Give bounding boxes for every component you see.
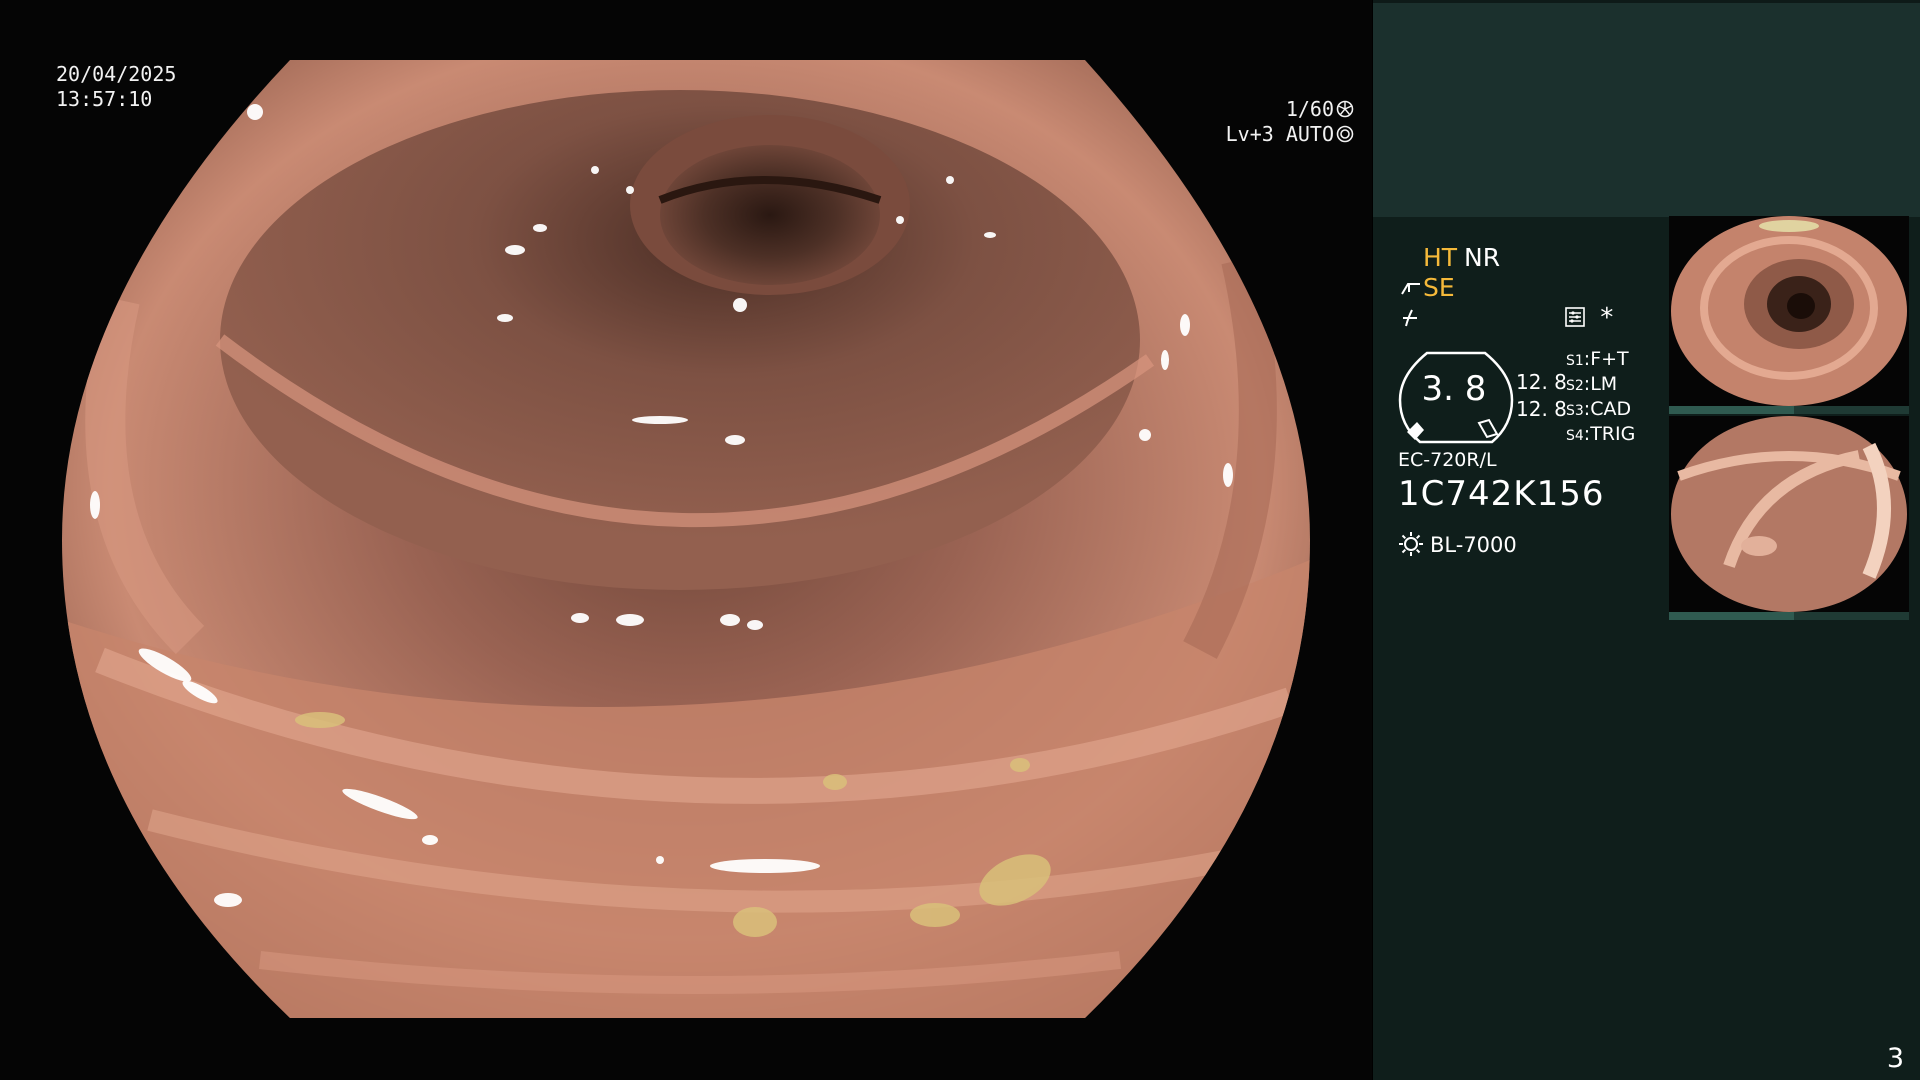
- mode-se: SE: [1423, 273, 1455, 302]
- gauge-upper: 12. 8: [1516, 370, 1567, 394]
- captured-thumbnail[interactable]: [1669, 416, 1909, 612]
- light-source-icon: [1399, 532, 1423, 556]
- switch-value: CAD: [1590, 398, 1632, 420]
- thumbnail-progress: [1669, 612, 1909, 620]
- thumbnail-image: [1669, 416, 1909, 612]
- panel-header-border: [1373, 0, 1920, 3]
- settings-icon: [1565, 307, 1585, 327]
- thumbnail-progress: [1669, 406, 1909, 414]
- captured-thumbnail[interactable]: [1669, 216, 1909, 406]
- timestamp: 20/04/2025 13:57:10: [56, 62, 176, 112]
- gauge-value: 3. 8: [1421, 369, 1487, 409]
- switch-key: S3: [1566, 403, 1584, 419]
- switch-key: S4: [1566, 428, 1584, 444]
- page-number: 3: [1886, 1043, 1904, 1074]
- scope-bend-icon: [1401, 283, 1420, 295]
- panel-header-area: [1373, 0, 1920, 217]
- switch-key: S2: [1566, 378, 1584, 394]
- switch-value: TRIG: [1590, 423, 1636, 445]
- status-panel: HT NR SE * 3. 8 12. 8 12. 8 S1:F+T S2:LM…: [1373, 0, 1920, 1080]
- asterisk-indicator: *: [1599, 303, 1615, 333]
- mode-ht: HT: [1423, 243, 1458, 272]
- gauge-lower: 12. 8: [1516, 397, 1567, 421]
- light-source: BL-7000: [1398, 531, 1517, 557]
- iris-mode: AUTO: [1285, 122, 1334, 146]
- brightness-level: Lv+3: [1225, 122, 1274, 146]
- switch-key: S1: [1566, 353, 1584, 369]
- switch-row: S4:TRIG: [1566, 423, 1636, 445]
- light-source-model: BL-7000: [1430, 533, 1517, 557]
- iris-icon: [1336, 125, 1354, 143]
- switch-value: F+T: [1590, 348, 1629, 370]
- freeze-icon: [1403, 309, 1417, 327]
- exposure-readout: 1/60 Lv+3 AUTO: [1226, 97, 1354, 147]
- switch-row: S3:CAD: [1566, 398, 1632, 420]
- endoscopy-view: 20/04/2025 13:57:10 1/60 Lv+3 AUTO: [0, 0, 1372, 1080]
- time-text: 13:57:10: [56, 87, 153, 111]
- endoscopy-image: [62, 60, 1310, 1018]
- switch-row: S2:LM: [1566, 373, 1618, 395]
- mode-nr: NR: [1464, 243, 1501, 272]
- switch-value: LM: [1590, 373, 1618, 395]
- thumbnail-image: [1669, 216, 1909, 406]
- scope-serial: 1C742K156: [1398, 474, 1605, 514]
- scope-model: EC-720R/L: [1398, 449, 1497, 471]
- shutter-icon: [1336, 100, 1354, 118]
- shutter-speed: 1/60: [1285, 97, 1334, 121]
- switch-row: S1:F+T: [1566, 348, 1629, 370]
- date-text: 20/04/2025: [56, 62, 177, 86]
